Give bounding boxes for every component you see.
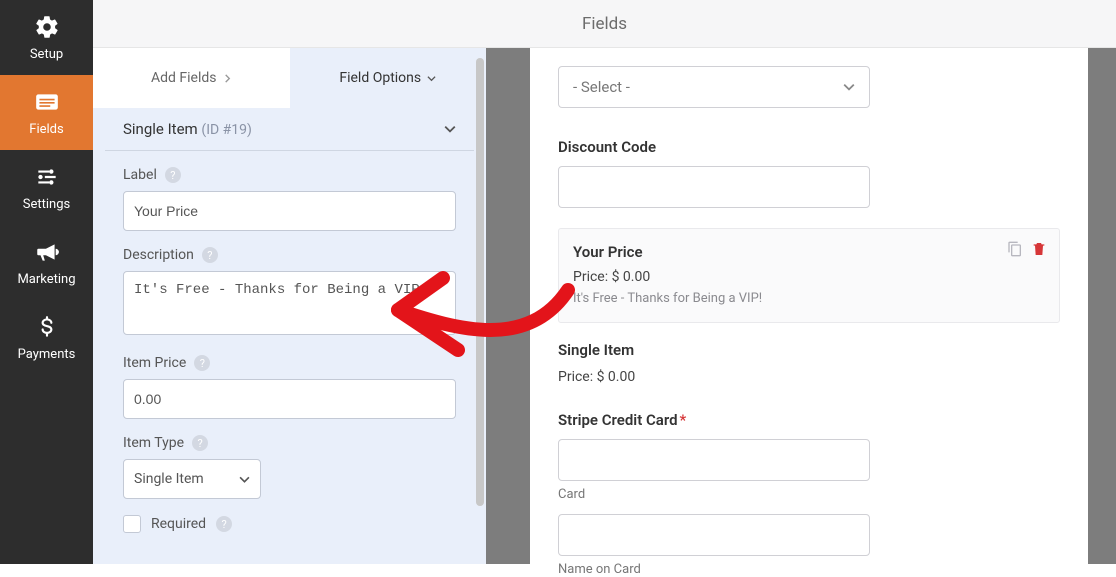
help-icon[interactable]: ? [192, 435, 208, 451]
preview-panel: - Select - Discount Code Your Price Pric… [530, 48, 1088, 564]
chevron-down-icon [843, 81, 855, 93]
nav-label: Setup [30, 47, 63, 62]
field-label: Label [123, 167, 157, 183]
discount-code-input[interactable] [558, 166, 870, 208]
section-name: Single Item [123, 120, 198, 138]
gutter-left [486, 48, 530, 564]
chevron-down-icon [239, 474, 250, 485]
nav-label: Marketing [17, 272, 75, 287]
required-checkbox[interactable] [123, 515, 141, 533]
nav-item-payments[interactable]: Payments [0, 300, 93, 375]
description-input[interactable]: It's Free - Thanks for Being a VIP! [123, 271, 456, 335]
gutter-right [1088, 48, 1116, 564]
field-label: Item Type [123, 435, 184, 451]
section-title: Single Item (ID #19) [123, 120, 252, 138]
stripe-name-sublabel: Name on Card [558, 562, 1060, 577]
field-options-panel: Add Fields Field Options Single Item (ID… [93, 48, 486, 564]
tab-label: Field Options [339, 70, 421, 86]
your-price-desc: It's Free - Thanks for Being a VIP! [573, 291, 1045, 306]
stripe-label: Stripe Credit Card* [558, 411, 1060, 429]
field-label: Item Price [123, 355, 186, 371]
option-item-type: Item Type ? Single Item [105, 419, 474, 499]
tab-add-fields[interactable]: Add Fields [93, 48, 290, 108]
select-placeholder: - Select - [573, 78, 630, 96]
select-value: Single Item [134, 471, 204, 487]
chevron-right-icon [223, 74, 232, 83]
help-icon[interactable]: ? [194, 355, 210, 371]
page-title-bar: Fields [93, 0, 1116, 48]
help-icon[interactable]: ? [202, 247, 218, 263]
option-label: Label ? [105, 151, 474, 231]
panel-tabs: Add Fields Field Options [93, 48, 486, 108]
item-type-select[interactable]: Single Item [123, 459, 261, 499]
stripe-card-sublabel: Card [558, 487, 1060, 502]
nav-label: Payments [18, 347, 76, 362]
bullhorn-icon [33, 238, 61, 266]
page-title: Fields [582, 14, 627, 34]
chevron-down-icon [427, 74, 436, 83]
nav-sidebar: Setup Fields Settings Marketing Payments [0, 0, 93, 564]
your-price-label: Your Price [573, 243, 1045, 261]
single-item-price: Price: $ 0.00 [558, 369, 1060, 385]
nav-label: Settings [23, 197, 70, 212]
single-item-label: Single Item [558, 341, 1060, 359]
dollar-icon [33, 313, 61, 341]
option-item-price: Item Price ? [105, 339, 474, 419]
field-label: Required [151, 516, 206, 532]
item-price-input[interactable] [123, 379, 456, 419]
nav-label: Fields [29, 122, 63, 137]
preview-select[interactable]: - Select - [558, 66, 870, 108]
option-description: Description ? It's Free - Thanks for Bei… [105, 231, 474, 339]
duplicate-icon[interactable] [1007, 241, 1023, 257]
gear-icon [33, 13, 61, 41]
sliders-icon [33, 163, 61, 191]
nav-item-marketing[interactable]: Marketing [0, 225, 93, 300]
label-input[interactable] [123, 191, 456, 231]
field-label: Description [123, 247, 194, 263]
nav-item-settings[interactable]: Settings [0, 150, 93, 225]
required-star: * [680, 411, 687, 429]
your-price-value: Price: $ 0.00 [573, 269, 1045, 285]
scrollbar-track [476, 58, 484, 506]
section-id: (ID #19) [201, 122, 252, 138]
trash-icon[interactable] [1031, 241, 1047, 257]
tab-label: Add Fields [151, 70, 217, 86]
tab-field-options[interactable]: Field Options [290, 48, 487, 108]
nav-item-setup[interactable]: Setup [0, 0, 93, 75]
stripe-card-input[interactable] [558, 439, 870, 481]
discount-code-label: Discount Code [558, 138, 1060, 156]
chevron-down-icon [444, 123, 456, 135]
preview-your-price-card[interactable]: Your Price Price: $ 0.00 It's Free - Tha… [558, 228, 1060, 323]
option-required: Required ? [105, 499, 474, 533]
section-header[interactable]: Single Item (ID #19) [105, 108, 474, 151]
scrollbar-thumb[interactable] [476, 58, 484, 506]
nav-item-fields[interactable]: Fields [0, 75, 93, 150]
help-icon[interactable]: ? [216, 516, 232, 532]
form-icon [33, 88, 61, 116]
stripe-name-input[interactable] [558, 514, 870, 556]
help-icon[interactable]: ? [165, 167, 181, 183]
